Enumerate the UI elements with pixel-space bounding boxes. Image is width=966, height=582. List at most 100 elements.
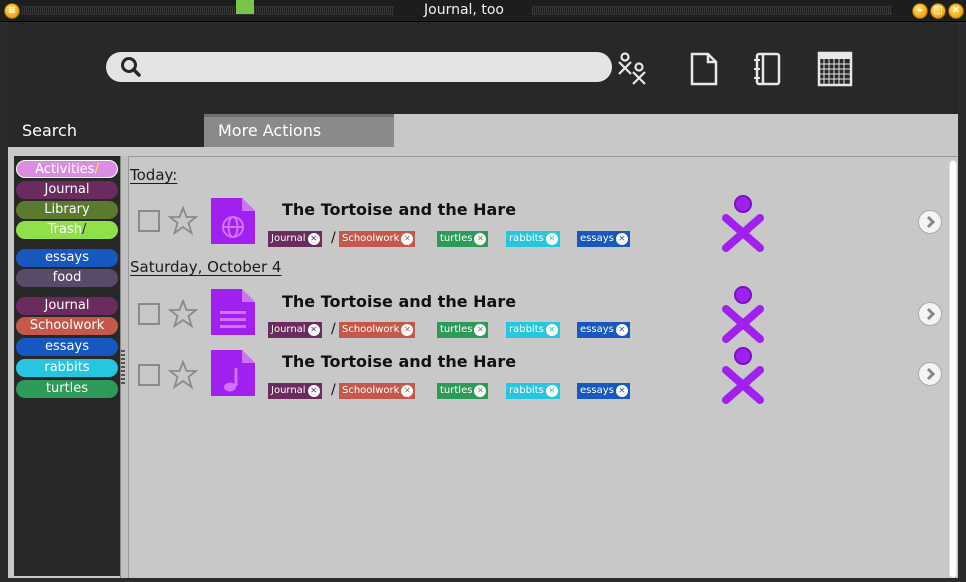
sidebar-item-food[interactable]: food (16, 269, 118, 287)
chevron-right-icon (926, 307, 936, 321)
tag-label: turtles (440, 233, 473, 244)
tag-chip-turtles[interactable]: turtles (437, 231, 489, 247)
entry-details-button[interactable] (918, 362, 942, 386)
date-heading: Today: (130, 166, 178, 184)
tag-chip-essays[interactable]: essays (577, 231, 630, 247)
tag-label: Schoolwork (342, 233, 400, 244)
tag-label: Journal (271, 233, 306, 244)
journal-book-icon[interactable] (748, 50, 786, 88)
window-frame-right (958, 22, 966, 582)
tag-chip-rabbits[interactable]: rabbits (506, 231, 560, 247)
sidebar-item-essays[interactable]: essays (16, 249, 118, 267)
sidebar-item-label: Schoolwork (29, 318, 105, 333)
close-button[interactable]: ✕ (948, 3, 964, 19)
sidebar-item-label: turtles (45, 381, 89, 396)
sidebar-item-journal-tag[interactable]: Journal (16, 297, 118, 315)
accent-mark (236, 0, 254, 14)
sidebar-item-schoolwork[interactable]: Schoolwork (16, 317, 118, 335)
entry-checkbox[interactable] (138, 210, 160, 232)
sidebar-item-rabbits[interactable]: rabbits (16, 359, 118, 377)
sidebar-item-suffix: / (94, 162, 99, 177)
tag-label: rabbits (509, 324, 544, 335)
tag-chip-schoolwork[interactable]: Schoolwork (339, 322, 416, 338)
entry-title[interactable]: The Tortoise and the Hare (282, 200, 516, 219)
chevron-right-icon (926, 215, 936, 229)
entry-title[interactable]: The Tortoise and the Hare (282, 352, 516, 371)
entry-checkbox[interactable] (138, 303, 160, 325)
sidebar-item-essays-tag[interactable]: essays (16, 338, 118, 356)
sidebar-item-journal[interactable]: Journal (16, 181, 118, 199)
minimize-button[interactable]: – (912, 3, 928, 19)
tag-chip-journal[interactable]: Journal (268, 322, 322, 338)
tab-search[interactable]: Search (8, 114, 204, 147)
search-icon[interactable] (120, 56, 142, 78)
tag-label: turtles (440, 324, 473, 335)
sidebar-item-label: Journal (44, 298, 90, 313)
sidebar-item-trash[interactable]: Trash/ (16, 221, 118, 239)
sidebar-item-label: Library (44, 202, 90, 217)
music-document-icon[interactable] (208, 348, 258, 398)
xo-buddy-icon[interactable] (714, 285, 772, 343)
tab-strip: Search More Actions (8, 114, 958, 147)
tag-chip-rabbits[interactable]: rabbits (506, 383, 560, 399)
sidebar-item-label: rabbits (44, 360, 90, 375)
journal-window: ≡ Journal, too – □ ✕ Search More Actions… (0, 0, 966, 582)
tag-chip-turtles[interactable]: turtles (437, 383, 489, 399)
sidebar-item-suffix: / (81, 222, 87, 237)
tag-chip-journal[interactable]: Journal (268, 231, 322, 247)
document-icon[interactable] (684, 50, 722, 88)
tag-separator: / (331, 382, 336, 398)
calendar-icon[interactable] (816, 50, 854, 88)
sidebar-item-library[interactable]: Library (16, 201, 118, 219)
title-bar-grip-right (532, 6, 892, 15)
sidebar-item-label: essays (45, 339, 89, 354)
tag-chip-essays[interactable]: essays (577, 322, 630, 338)
search-box[interactable] (106, 52, 612, 82)
xo-buddy-icon[interactable] (714, 346, 772, 404)
tag-label: essays (580, 324, 614, 335)
tab-more-actions[interactable]: More Actions (204, 114, 394, 147)
tag-label: Journal (271, 324, 306, 335)
splitter-grip-icon[interactable] (121, 350, 125, 386)
tag-label: rabbits (509, 385, 544, 396)
tag-label: Schoolwork (342, 385, 400, 396)
window-menu-button[interactable]: ≡ (4, 3, 20, 19)
window-frame-bottom (0, 578, 966, 582)
tag-label: essays (580, 233, 614, 244)
sidebar-item-label: Trash (47, 222, 82, 237)
sidebar-item-label: Journal (44, 182, 90, 197)
tag-chip-rabbits[interactable]: rabbits (506, 322, 560, 338)
tag-chip-journal[interactable]: Journal (268, 383, 322, 399)
sidebar-item-activities[interactable]: Activities/ (16, 160, 118, 178)
tag-label: Schoolwork (342, 324, 400, 335)
sidebar-item-label: essays (45, 250, 89, 265)
window-frame-left (0, 22, 8, 582)
tag-label: essays (580, 385, 614, 396)
tag-chip-turtles[interactable]: turtles (437, 322, 489, 338)
entry-title[interactable]: The Tortoise and the Hare (282, 292, 516, 311)
scrollbar[interactable] (949, 160, 957, 578)
title-bar[interactable]: ≡ Journal, too – □ ✕ (0, 0, 966, 22)
star-icon[interactable] (168, 206, 198, 236)
maximize-button[interactable]: □ (930, 3, 946, 19)
window-title: Journal, too (424, 2, 504, 18)
entry-checkbox[interactable] (138, 364, 160, 386)
entry-details-button[interactable] (918, 302, 942, 326)
search-input[interactable] (150, 56, 590, 78)
sidebar-item-label: Activities (35, 162, 95, 177)
tag-chip-schoolwork[interactable]: Schoolwork (339, 231, 416, 247)
xo-buddies-icon[interactable] (612, 50, 650, 88)
star-icon[interactable] (168, 299, 198, 329)
web-document-icon[interactable] (208, 196, 258, 246)
sidebar-item-label: food (52, 270, 82, 285)
xo-buddy-icon[interactable] (714, 194, 772, 252)
tag-chip-essays[interactable]: essays (577, 383, 630, 399)
tag-label: Journal (271, 385, 306, 396)
text-document-icon[interactable] (208, 287, 258, 337)
title-bar-grip-left (22, 6, 394, 15)
star-icon[interactable] (168, 360, 198, 390)
tag-chip-schoolwork[interactable]: Schoolwork (339, 383, 416, 399)
entry-details-button[interactable] (918, 210, 942, 234)
tag-label: turtles (440, 385, 473, 396)
sidebar-item-turtles[interactable]: turtles (16, 380, 118, 398)
